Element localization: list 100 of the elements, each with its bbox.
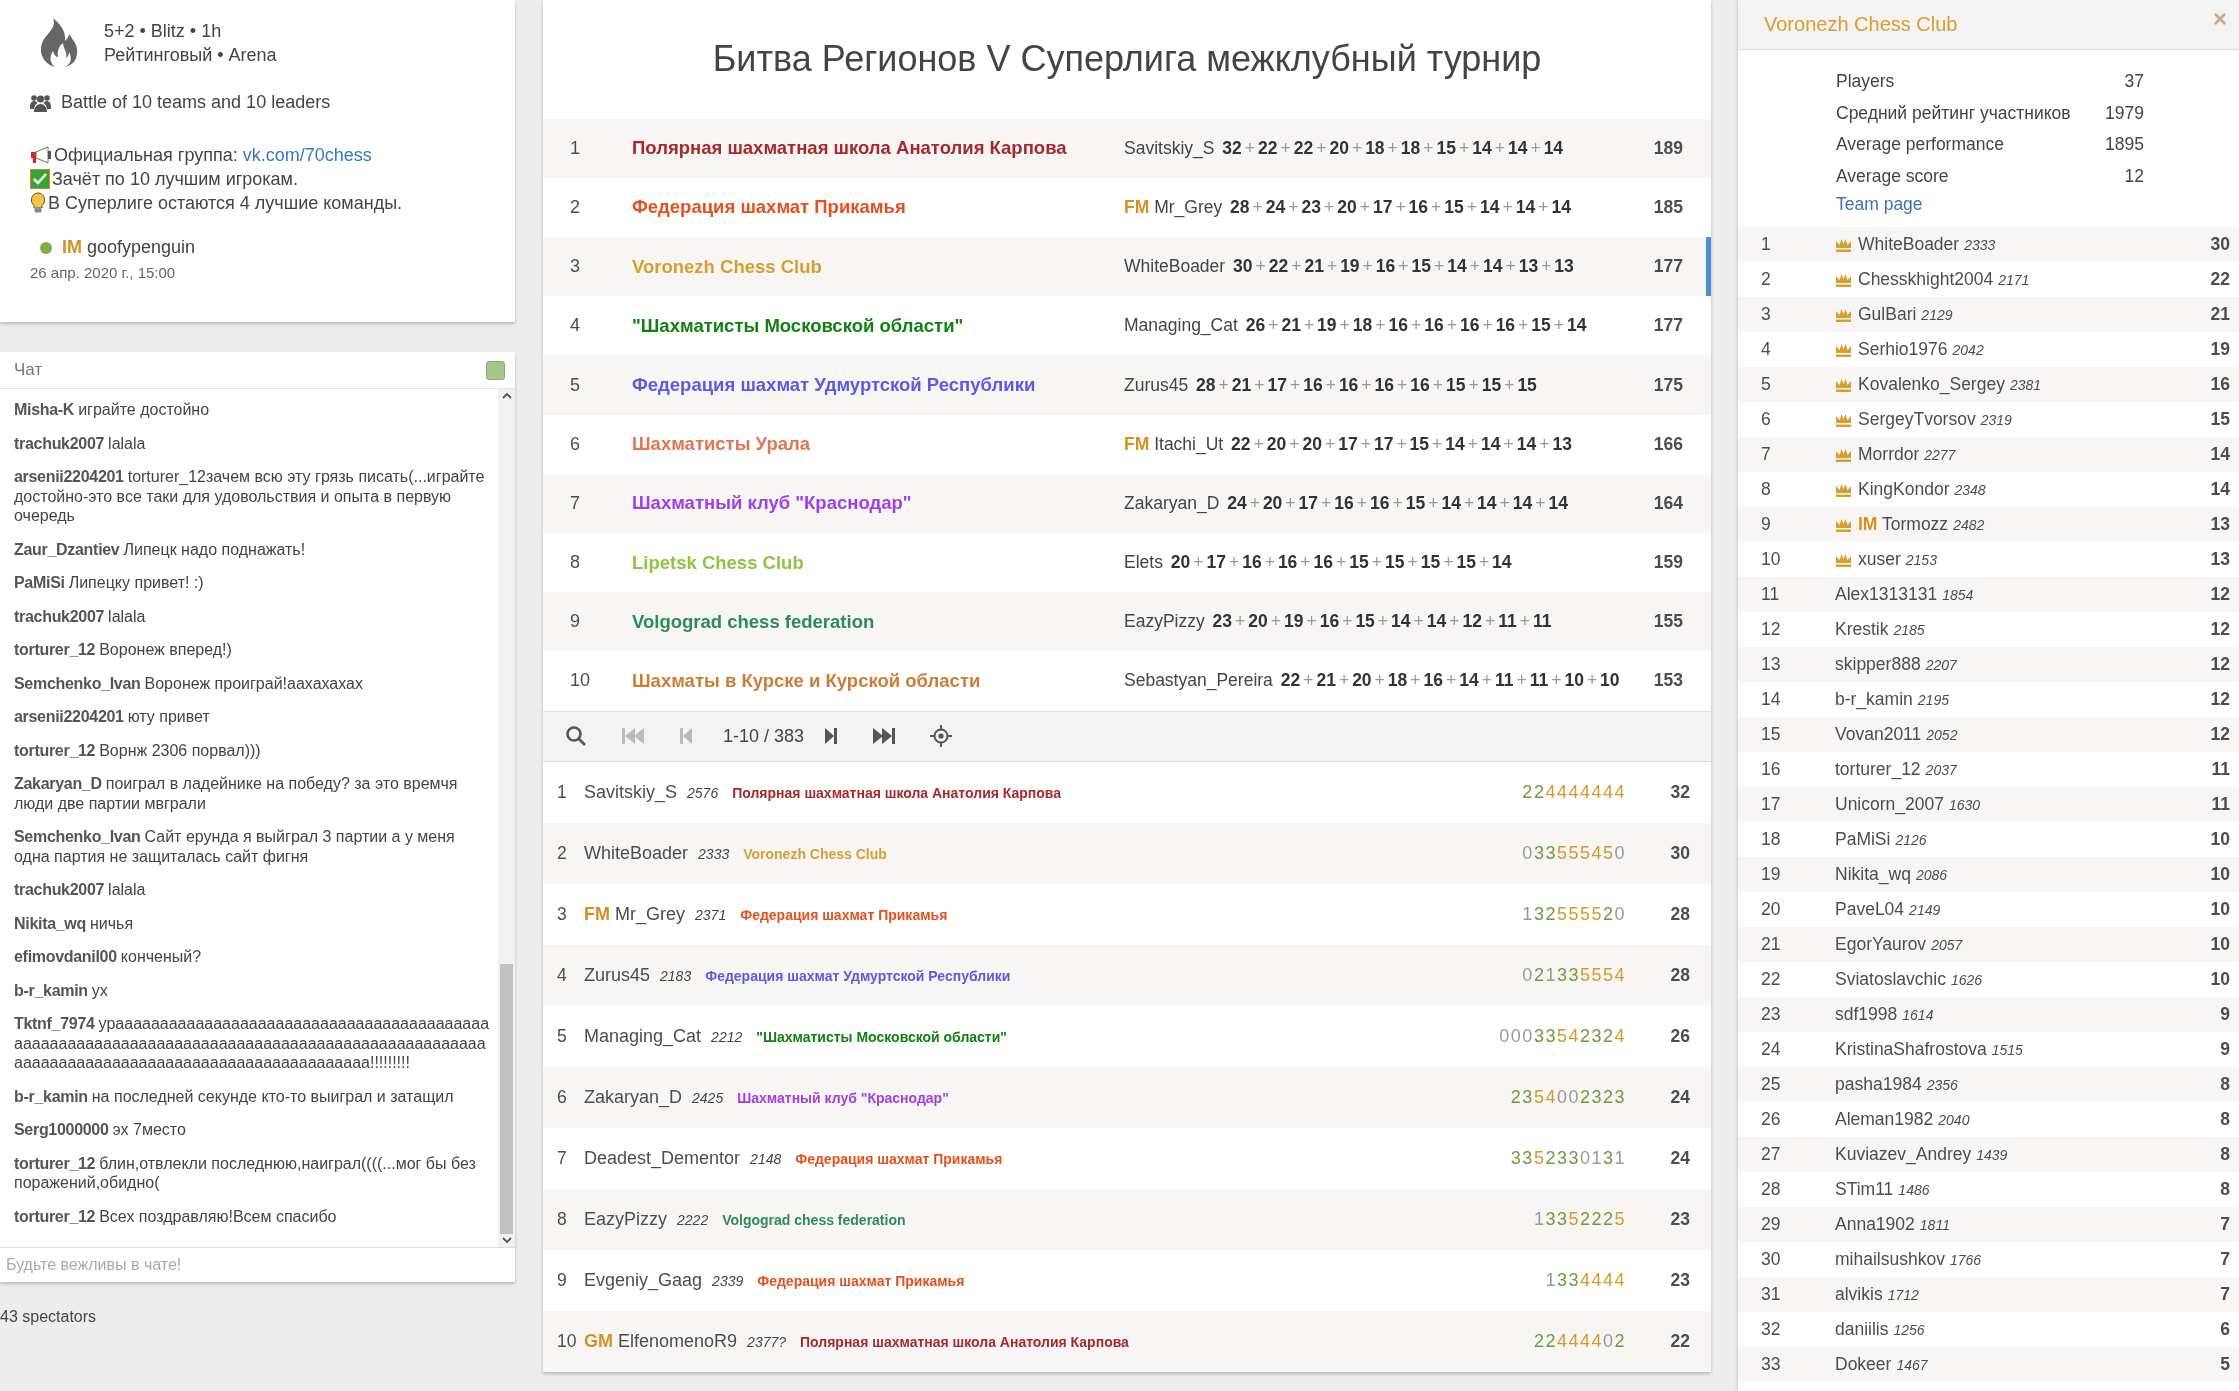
player-name[interactable]: Morrdor — [1858, 444, 1920, 465]
player-name[interactable]: GulBari — [1858, 304, 1917, 325]
player-name[interactable]: IM Tormozz — [1858, 514, 1949, 535]
scrollbar[interactable] — [498, 389, 515, 1247]
team-tag[interactable]: Федерация шахмат Прикамья — [740, 906, 948, 923]
player-name[interactable]: KristinaShafrostova — [1835, 1039, 1987, 1060]
team-tag[interactable]: Шахматный клуб "Краснодар" — [737, 1089, 949, 1106]
team-name[interactable]: "Шахматисты Московской области" — [632, 314, 1124, 337]
player-name[interactable]: WhiteBoader — [1858, 234, 1960, 255]
player-name[interactable]: EazyPizzy — [584, 1209, 668, 1230]
team-row[interactable]: 9 Volgograd chess federation EazyPizzy 23+20+19+16+15+14+14+12+11+11 155 — [543, 592, 1711, 652]
player-score: 13 — [2210, 514, 2230, 535]
team-tag[interactable]: Полярная шахматная школа Анатолия Карпова — [732, 784, 1062, 801]
player-rating: 2482 — [1953, 516, 1985, 533]
player-name[interactable]: b-r_kamin — [1835, 689, 1913, 710]
team-name[interactable]: Volgograd chess federation — [632, 610, 1124, 633]
player-name[interactable]: GM ElfenomenoR9 — [584, 1331, 738, 1352]
scroll-thumb[interactable] — [500, 964, 513, 1234]
player-name[interactable]: Deadest_Dementor — [584, 1148, 741, 1169]
player-name[interactable]: xuser — [1858, 549, 1901, 570]
player-name[interactable]: Krestik — [1835, 619, 1889, 640]
player-score: 10 — [2210, 899, 2230, 920]
team-panel-title: Voronezh Chess Club — [1764, 13, 1958, 36]
team-name[interactable]: Федерация шахмат Прикамья — [632, 196, 1124, 219]
player-name[interactable]: Alex1313131 — [1835, 584, 1938, 605]
team-row[interactable]: 7 Шахматный клуб "Краснодар" Zakaryan_D 24+20+17+16+16+15+14+14+14+14 164 — [543, 473, 1711, 533]
team-total: 155 — [1653, 611, 1683, 633]
search-icon[interactable] — [565, 725, 587, 748]
step-forward-icon[interactable] — [824, 726, 839, 747]
player-rating: 2183 — [660, 967, 692, 984]
creator-link[interactable]: IM goofypenguin — [62, 237, 196, 258]
player-name[interactable]: STim11 — [1835, 1179, 1894, 1200]
team-tag[interactable]: Полярная шахматная школа Анатолия Карпова — [800, 1333, 1129, 1350]
player-name[interactable]: Managing_Cat — [584, 1026, 702, 1047]
player-name[interactable]: PaMiSi — [1835, 829, 1891, 850]
team-tag[interactable]: "Шахматисты Московской области" — [756, 1028, 1007, 1045]
player-rank: 9 — [557, 1270, 568, 1291]
player-name[interactable]: alvikis — [1835, 1284, 1883, 1305]
team-tag[interactable]: Федерация шахмат Удмуртской Республики — [705, 967, 1011, 984]
leader-scores: Elets 20+17+16+16+16+15+15+15+15+14 — [1124, 552, 1513, 574]
note-text: Официальная группа: vk.com/70chess — [54, 144, 372, 167]
player-name[interactable]: pasha1984 — [1835, 1074, 1922, 1095]
player-name[interactable]: Zakaryan_D — [584, 1087, 683, 1108]
player-name[interactable]: mihailsushkov — [1835, 1249, 1945, 1270]
player-name[interactable]: Zurus45 — [584, 965, 651, 986]
player-name[interactable]: SergeyTvorsov — [1858, 409, 1976, 430]
team-page-link[interactable]: Team page — [1836, 194, 1923, 215]
crosshair-icon[interactable] — [930, 725, 953, 748]
team-tag[interactable]: Федерация шахмат Прикамья — [757, 1272, 965, 1289]
player-name[interactable]: Sviatoslavchic — [1835, 969, 1946, 990]
team-row[interactable]: 6 Шахматисты Урала FM Itachi_Ut 22+20+20+17+17+15+14+14+14+13 166 — [543, 414, 1711, 474]
team-row[interactable]: 5 Федерация шахмат Удмуртской Республики Zurus45 28+21+17+16+16+16+16+15+15+15 175 — [543, 355, 1711, 415]
player-name[interactable]: Unicorn_2007 — [1835, 794, 1944, 815]
team-row[interactable]: 10 Шахматы в Курске и Курской области Sebastyan_Pereira 22+21+20+18+16+14+11+11+10+10 153 — [543, 651, 1711, 711]
team-total: 185 — [1653, 196, 1683, 218]
chat-input[interactable]: Будьте вежливы в чате! — [0, 1247, 515, 1282]
player-name[interactable]: Kovalenko_Sergey — [1858, 374, 2005, 395]
player-name[interactable]: Vovan2011 — [1835, 724, 1922, 745]
player-name[interactable]: Aleman1982 — [1835, 1109, 1934, 1130]
chat-message: Serg1000000 эх 7место — [14, 1120, 187, 1140]
chat-message: b-r_kamin ух — [14, 980, 109, 1001]
chat-message: arsenii2204201 torturer_12зачем всю эту грязь писать(...играйте достойно-это все таки для удовольствия и опыта в первую очередь — [14, 467, 486, 526]
player-name[interactable]: Nikita_wq — [1835, 864, 1911, 885]
player-name[interactable]: EgorYaurov — [1835, 934, 1927, 955]
player-name[interactable]: FM Mr_Grey — [584, 904, 686, 925]
team-row[interactable]: 2 Федерация шахмат Прикамья FM Mr_Grey 28+24+23+20+17+16+15+14+14+14 185 — [543, 177, 1711, 238]
player-rank: 7 — [1761, 444, 1772, 465]
player-name[interactable]: Savitskiy_S — [584, 782, 678, 803]
player-name[interactable]: Kuviazev_Andrey — [1835, 1144, 1972, 1165]
player-name[interactable]: Serhio1976 — [1858, 339, 1948, 360]
team-row[interactable]: 3 Voronezh Chess Club WhiteBoader 30+22+21+19+16+15+14+14+13+13 177 — [543, 237, 1711, 297]
team-tag[interactable]: Volgograd chess federation — [722, 1211, 906, 1228]
player-name[interactable]: torturer_12 — [1835, 759, 1921, 780]
group-link[interactable]: vk.com/70chess — [242, 145, 372, 165]
team-row[interactable]: 8 Lipetsk Chess Club Elets 20+17+16+16+16+15+15+15+15+14 159 — [543, 533, 1711, 593]
player-name[interactable]: WhiteBoader — [584, 843, 689, 864]
player-name[interactable]: Dokeer — [1835, 1354, 1892, 1375]
team-row[interactable]: 1 Полярная шахматная школа Анатолия Карпова Savitskiy_S 32+22+22+20+18+18+15+14+14+14 189 — [543, 118, 1711, 178]
player-name[interactable]: skipper888 — [1835, 654, 1921, 675]
player-name[interactable]: sdf1998 — [1835, 1004, 1898, 1025]
player-score: 7 — [2220, 1214, 2230, 1235]
player-name[interactable]: KingKondor — [1858, 479, 1950, 500]
scroll-down-icon[interactable] — [501, 1237, 512, 1244]
player-score: 12 — [2210, 724, 2230, 745]
player-name[interactable]: daniilis — [1835, 1319, 1889, 1340]
skip-forward-icon[interactable] — [872, 726, 897, 747]
player-rank: 20 — [1761, 899, 1782, 920]
player-name[interactable]: Anna1902 — [1835, 1214, 1915, 1235]
chat-toggle[interactable] — [486, 360, 505, 380]
scroll-up-icon[interactable] — [501, 392, 512, 399]
team-name[interactable]: Полярная шахматная школа Анатолия Карпова — [632, 137, 1124, 160]
player-rank: 13 — [1761, 654, 1782, 675]
player-name[interactable]: Chesskhight2004 — [1858, 269, 1994, 290]
team-name[interactable]: Федерация шахмат Удмуртской Республики — [632, 374, 1124, 396]
player-name[interactable]: PaveL04 — [1835, 899, 1905, 920]
player-name[interactable]: Evgeniy_Gaag — [584, 1270, 703, 1291]
team-row[interactable]: 4 "Шахматисты Московской области" Managing_Cat 26+21+19+18+16+16+16+16+15+14 177 — [543, 296, 1711, 356]
team-tag[interactable]: Федерация шахмат Прикамья — [795, 1150, 1003, 1167]
time-control: 5+2 • Blitz • 1h — [104, 19, 277, 43]
team-name[interactable]: Шахматный клуб "Краснодар" — [632, 492, 1124, 515]
